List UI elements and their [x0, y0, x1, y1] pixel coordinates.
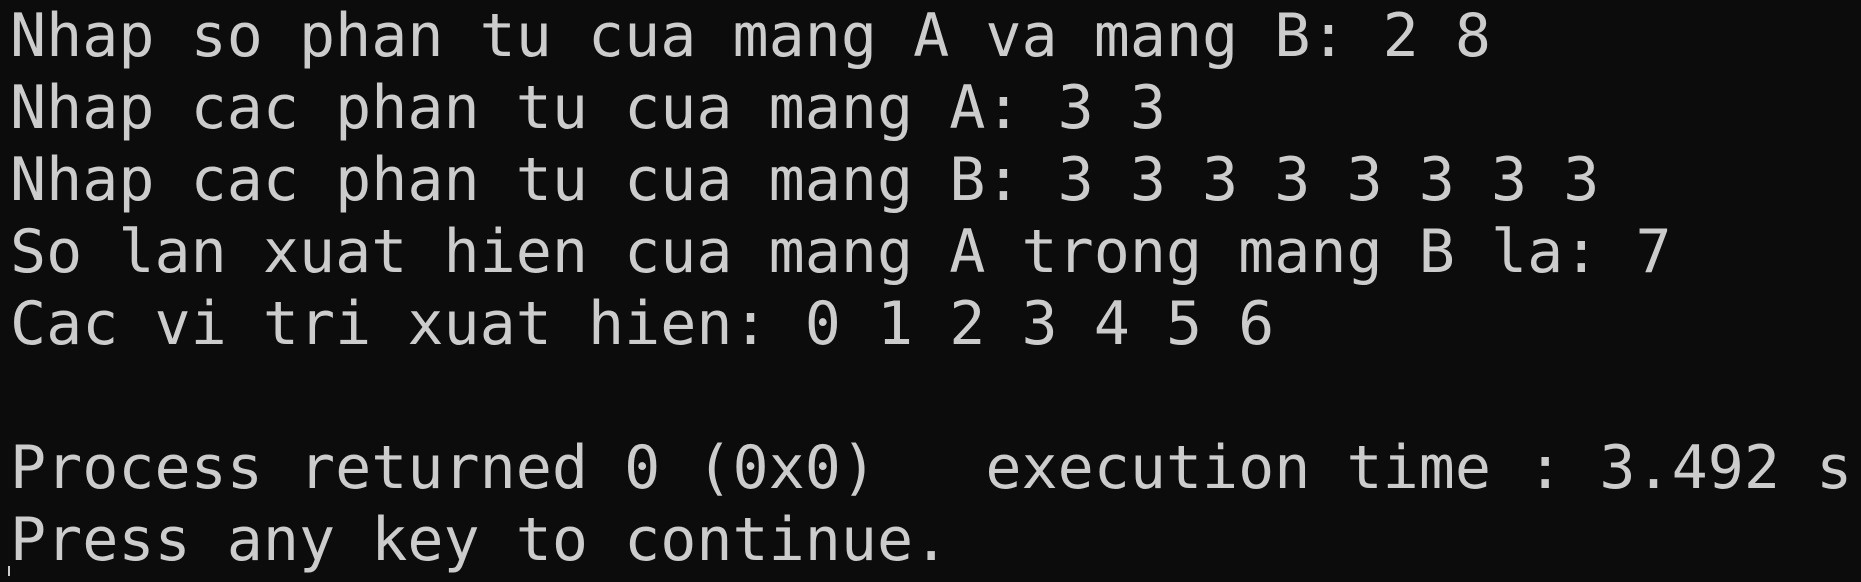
console-line-press-any-key: Press any key to continue. — [10, 505, 950, 575]
console-line-input-array-a: Nhap cac phan tu cua mang A: 3 3 — [10, 73, 1166, 143]
console-line-input-array-b: Nhap cac phan tu cua mang B: 3 3 3 3 3 3… — [10, 145, 1600, 215]
text-cursor — [8, 566, 10, 576]
console-line-occurrence-count: So lan xuat hien cua mang A trong mang B… — [10, 217, 1672, 287]
console-line-occurrence-positions: Cac vi tri xuat hien: 0 1 2 3 4 5 6 — [10, 289, 1275, 359]
console-line-process-returned: Process returned 0 (0x0) execution time … — [10, 433, 1853, 503]
console-line-input-sizes: Nhap so phan tu cua mang A va mang B: 2 … — [10, 1, 1492, 71]
console-window[interactable]: Nhap so phan tu cua mang A va mang B: 2 … — [0, 0, 1861, 582]
